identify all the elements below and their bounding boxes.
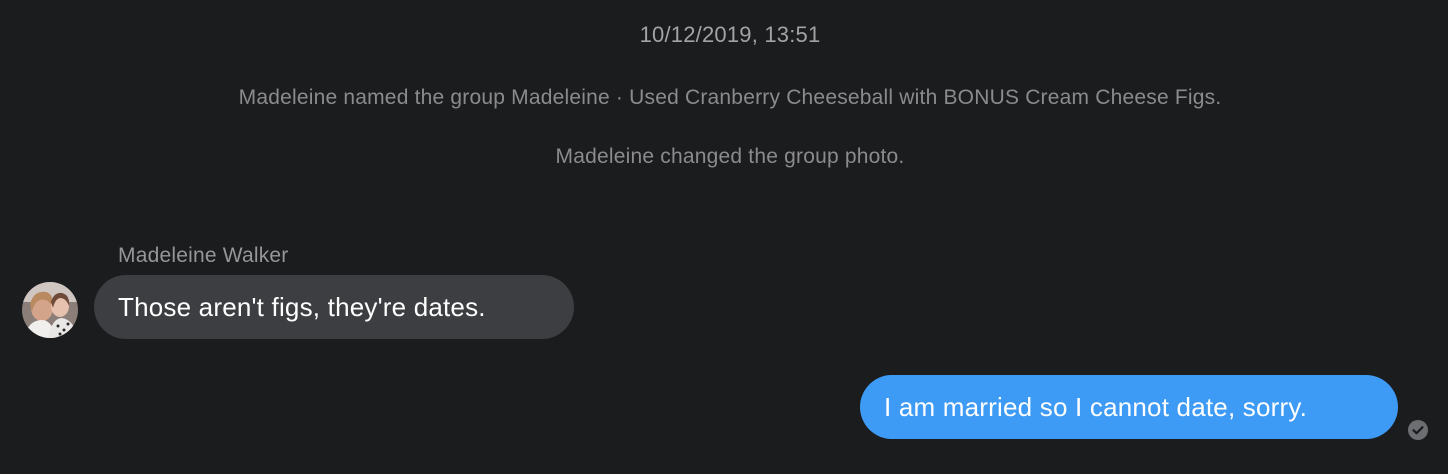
outgoing-message-bubble[interactable]: I am married so I cannot date, sorry.	[860, 375, 1398, 439]
thread-timestamp: 10/12/2019, 13:51	[639, 22, 821, 47]
incoming-message-text: Those aren't figs, they're dates.	[118, 291, 486, 322]
avatar-photo-icon	[22, 282, 78, 338]
incoming-message-bubble[interactable]: Those aren't figs, they're dates.	[94, 275, 574, 339]
message-thread: 10/12/2019, 13:51 Madeleine named the gr…	[0, 0, 1448, 474]
check-circle-icon	[1408, 420, 1428, 440]
event-group-photo-changed: Madeleine changed the group photo.	[555, 145, 905, 168]
event-group-renamed: Madeleine named the group Madeleine · Us…	[238, 86, 1222, 109]
outgoing-message-text: I am married so I cannot date, sorry.	[884, 391, 1308, 422]
sender-name: Madeleine Walker	[118, 244, 289, 267]
sender-avatar[interactable]	[22, 282, 78, 338]
